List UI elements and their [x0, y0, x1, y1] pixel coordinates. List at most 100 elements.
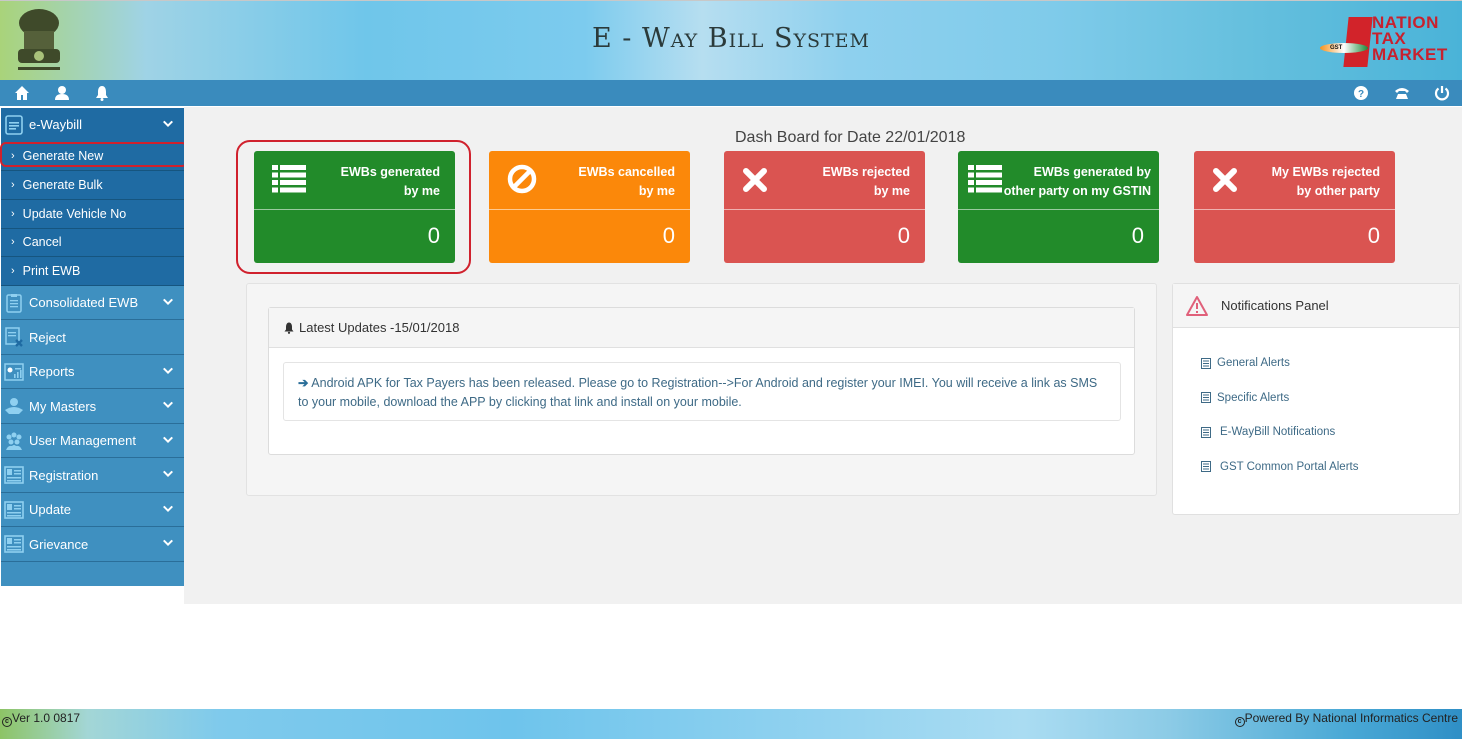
sidebar-item-my-masters[interactable]: My Masters	[1, 389, 184, 424]
notifications-panel: Notifications Panel General Alerts Speci…	[1172, 283, 1460, 515]
sidebar-item-registration[interactable]: Registration	[1, 458, 184, 493]
tile-my-ewbs-rejected-by-other-party[interactable]: My EWBs rejected by other party 0	[1194, 151, 1395, 263]
tile-ewbs-rejected-by-me[interactable]: EWBs rejected by me 0	[724, 151, 925, 263]
arrow-right-icon: ➔	[298, 376, 309, 390]
one-nation-tax-market-logo: GST NATION TAX MARKET	[1316, 14, 1456, 71]
chevron-down-icon	[162, 366, 174, 378]
sidebar-item-reject[interactable]: Reject	[1, 320, 184, 355]
home-icon[interactable]	[14, 85, 30, 101]
sidebar-item-update[interactable]: Update	[1, 492, 184, 528]
sidebar-item-label: Update Vehicle No	[22, 206, 127, 221]
tile-label: EWBs cancelled	[578, 165, 675, 179]
sidebar-item-update-vehicle-no[interactable]: › Update Vehicle No	[1, 199, 184, 229]
chevron-down-icon	[162, 400, 174, 412]
help-icon[interactable]: ?	[1353, 85, 1369, 101]
sidebar-item-label: Generate New	[22, 149, 104, 164]
sidebar-item-generate-new[interactable]: › Generate New	[1, 142, 184, 172]
tile-count: 0	[1131, 223, 1144, 248]
copyright-icon: c	[1234, 717, 1245, 727]
sidebar-item-user-management[interactable]: User Management	[1, 423, 184, 459]
tile-label: by me	[638, 184, 675, 198]
updates-heading: Latest Updates -15/01/2018	[299, 320, 460, 335]
users-icon	[3, 430, 25, 452]
chevron-right-icon: ›	[11, 150, 15, 163]
tile-count: 0	[1367, 223, 1380, 248]
list-doc-icon	[1201, 392, 1211, 404]
tile-divider	[1194, 209, 1395, 210]
notification-link-gst-portal-alerts[interactable]: GST Common Portal Alerts	[1173, 450, 1459, 485]
close-icon	[1212, 164, 1246, 194]
tile-label: EWBs generated	[340, 165, 440, 179]
sidebar-item-reports[interactable]: Reports	[1, 354, 184, 390]
sidebar-item-label: Registration	[29, 467, 99, 483]
sidebar-item-label: Consolidated EWB	[29, 295, 139, 311]
id-card-icon	[3, 499, 25, 521]
list-doc-icon	[1201, 461, 1211, 473]
power-icon[interactable]	[1434, 85, 1450, 101]
bell-icon	[284, 322, 294, 334]
tile-label: by me	[873, 184, 910, 198]
chevron-down-icon	[162, 538, 174, 550]
sidebar-item-label: Reject	[29, 329, 66, 345]
chevron-right-icon: ›	[11, 179, 15, 192]
sidebar-item-generate-bulk[interactable]: › Generate Bulk	[1, 171, 184, 200]
tile-divider	[489, 209, 690, 210]
report-icon	[3, 361, 25, 383]
sidebar-item-label: e-Waybill	[29, 117, 82, 133]
masters-icon	[3, 395, 25, 417]
list-doc-icon	[1201, 357, 1211, 369]
tile-count: 0	[662, 223, 675, 248]
notification-link-general-alerts[interactable]: General Alerts	[1173, 346, 1459, 381]
bell-icon[interactable]	[94, 85, 110, 101]
id-card-icon	[3, 464, 25, 486]
tile-label: EWBs rejected	[822, 165, 910, 179]
user-icon[interactable]	[54, 85, 70, 101]
sidebar-item-label: Generate Bulk	[22, 178, 103, 193]
tile-divider	[958, 209, 1159, 210]
sidebar-item-grievance[interactable]: Grievance	[1, 527, 184, 562]
chevron-down-icon	[162, 297, 174, 309]
tile-divider	[254, 209, 455, 210]
tile-label: by me	[403, 184, 440, 198]
chevron-right-icon: ›	[11, 207, 15, 220]
sidebar-item-label: Grievance	[29, 536, 89, 552]
tile-divider	[724, 209, 925, 210]
sidebar-item-label: User Management	[29, 433, 136, 449]
sidebar-item-cancel[interactable]: › Cancel	[1, 228, 184, 258]
clipboard-icon	[3, 292, 25, 314]
tile-label: EWBs generated by	[1033, 165, 1151, 179]
sidebar-item-print-ewb[interactable]: › Print EWB	[1, 257, 184, 286]
site-title: E - Way Bill System	[591, 23, 871, 54]
id-card-icon	[3, 533, 25, 555]
tile-label: My EWBs rejected	[1271, 165, 1380, 179]
dashboard-title: Dash Board for Date 22/01/2018	[735, 129, 966, 146]
notification-link-specific-alerts[interactable]: Specific Alerts	[1173, 381, 1459, 416]
sidebar-item-e-waybill[interactable]: e-Waybill	[1, 108, 184, 143]
warning-icon	[1186, 295, 1208, 316]
powered-by-text: Powered By National Informatics Centre	[1244, 711, 1458, 725]
tile-count: 0	[427, 223, 440, 248]
sidebar-item-label: Print EWB	[22, 264, 81, 279]
notification-link-ewaybill-notifications[interactable]: E-WayBill Notifications	[1173, 415, 1459, 450]
update-item[interactable]: ➔ Android APK for Tax Payers has been re…	[283, 362, 1121, 421]
update-message: Android APK for Tax Payers has been rele…	[298, 376, 1098, 409]
close-icon	[742, 164, 776, 194]
svg-text:?: ?	[1358, 89, 1364, 100]
list-icon	[272, 164, 306, 194]
phone-icon[interactable]	[1394, 85, 1410, 101]
sidebar-item-label: Update	[29, 502, 71, 518]
reject-document-icon	[3, 326, 25, 348]
tile-ewbs-generated-by-other-party[interactable]: EWBs generated by other party on my GSTIN…	[958, 151, 1159, 263]
list-doc-icon	[1201, 426, 1211, 438]
tile-ewbs-cancelled-by-me[interactable]: EWBs cancelled by me 0	[489, 151, 690, 263]
chevron-down-icon	[162, 504, 174, 516]
chevron-down-icon	[162, 435, 174, 447]
app-header: E - Way Bill System GST NATION TAX MARKE…	[0, 0, 1462, 80]
latest-updates-panel: Latest Updates -15/01/2018 ➔ Android APK…	[268, 307, 1135, 455]
top-navbar: ?	[0, 80, 1462, 106]
sidebar-item-label: My Masters	[29, 398, 97, 414]
sidebar-item-consolidated-ewb[interactable]: Consolidated EWB	[1, 285, 184, 321]
sidebar-item-label: Cancel	[22, 235, 62, 250]
tile-ewbs-generated-by-me[interactable]: EWBs generated by me 0	[254, 151, 455, 263]
chevron-down-icon	[162, 469, 174, 481]
